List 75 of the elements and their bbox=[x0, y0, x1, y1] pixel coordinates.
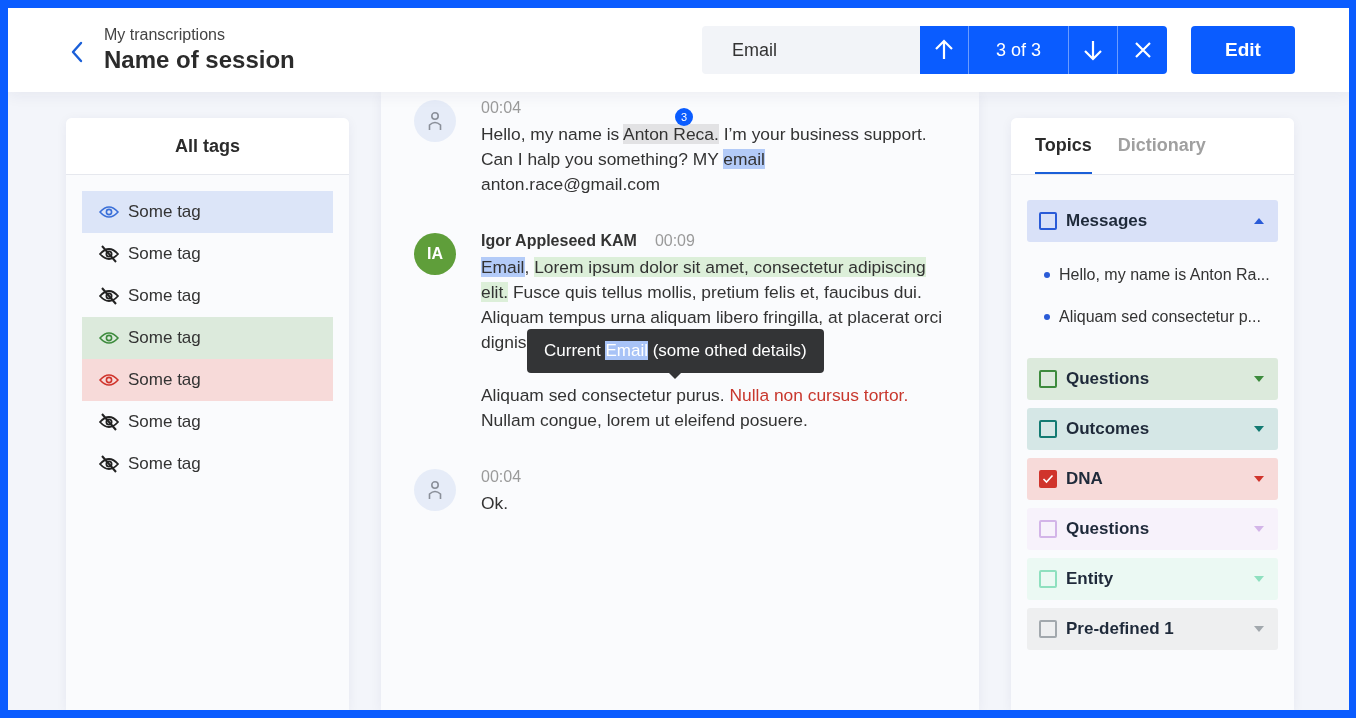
eye-off-icon[interactable] bbox=[99, 455, 119, 473]
checkbox[interactable] bbox=[1039, 370, 1057, 388]
topic-name: Questions bbox=[1066, 369, 1151, 389]
tag-label: Some tag bbox=[128, 328, 201, 348]
bullet-icon bbox=[1044, 314, 1050, 320]
checkbox[interactable] bbox=[1039, 520, 1057, 538]
breadcrumb-link[interactable]: My transcriptions bbox=[104, 26, 295, 44]
topic-header[interactable]: Questions bbox=[1027, 358, 1278, 400]
topic-name: Messages bbox=[1066, 211, 1149, 231]
timestamp: 00:09 bbox=[654, 232, 695, 250]
caret-down-icon[interactable] bbox=[1254, 476, 1264, 482]
tag-label: Some tag bbox=[128, 202, 201, 222]
tag-item[interactable]: Some tag bbox=[82, 191, 333, 233]
bullet-icon bbox=[1044, 272, 1050, 278]
count-badge: 3 bbox=[674, 108, 693, 126]
search-field[interactable]: Email bbox=[702, 26, 920, 74]
topic-header[interactable]: Questions bbox=[1027, 508, 1278, 550]
close-search-button[interactable] bbox=[1118, 26, 1167, 74]
caret-down-icon[interactable] bbox=[1254, 376, 1264, 382]
checkbox[interactable] bbox=[1039, 212, 1057, 230]
person-icon bbox=[428, 480, 442, 500]
back-icon[interactable] bbox=[70, 40, 84, 64]
tooltip-pointer-icon bbox=[669, 373, 682, 379]
message-text: Aliquam sed consectetur purus. Nulla non cursus tortor. Nullam congue, lorem ut eleifend posuere. bbox=[481, 384, 910, 432]
message-text: Ok. bbox=[481, 492, 510, 515]
arrow-up-icon bbox=[934, 39, 954, 61]
checkbox[interactable] bbox=[1039, 420, 1057, 438]
panel-title: All tags bbox=[66, 118, 349, 175]
topic-name: Questions bbox=[1066, 519, 1151, 539]
tag-label: Some tag bbox=[128, 412, 201, 432]
topic-name: Pre-defined 1 bbox=[1066, 619, 1175, 639]
checkbox[interactable] bbox=[1039, 470, 1057, 488]
match-counter: 3 of 3 bbox=[969, 26, 1069, 74]
person-icon bbox=[428, 111, 442, 131]
previous-match-button[interactable] bbox=[920, 26, 969, 74]
tag-label: Some tag bbox=[128, 370, 201, 390]
eye-icon[interactable] bbox=[99, 373, 119, 387]
tag-item[interactable]: Some tag bbox=[82, 401, 333, 443]
eye-off-icon[interactable] bbox=[99, 413, 119, 431]
topic-item[interactable]: Aliquam sed consectetur p... bbox=[1059, 308, 1261, 326]
panel-tab[interactable]: Topics bbox=[1035, 118, 1092, 174]
checkbox[interactable] bbox=[1039, 620, 1057, 638]
eye-off-icon[interactable] bbox=[99, 245, 119, 263]
caret-down-icon[interactable] bbox=[1254, 626, 1264, 632]
edit-button[interactable]: Edit bbox=[1191, 26, 1295, 74]
tag-label: Some tag bbox=[128, 286, 201, 306]
topic-item[interactable]: Hello, my name is Anton Ra... bbox=[1059, 266, 1270, 284]
caret-down-icon[interactable] bbox=[1254, 426, 1264, 432]
close-icon bbox=[1133, 41, 1152, 59]
tag-item[interactable]: Some tag bbox=[82, 233, 333, 275]
caret-up-icon[interactable] bbox=[1254, 218, 1264, 224]
avatar: IA bbox=[414, 233, 456, 275]
topic-header[interactable]: DNA bbox=[1027, 458, 1278, 500]
timestamp: 00:04 bbox=[481, 468, 522, 486]
topic-header[interactable]: Pre-defined 1 bbox=[1027, 608, 1278, 650]
session-title: Name of session bbox=[104, 46, 295, 74]
topic-header[interactable]: Messages bbox=[1027, 200, 1278, 242]
tag-label: Some tag bbox=[128, 454, 201, 474]
topic-name: Outcomes bbox=[1066, 419, 1151, 439]
eye-icon[interactable] bbox=[99, 205, 119, 219]
topic-header[interactable]: Outcomes bbox=[1027, 408, 1278, 450]
tag-label: Some tag bbox=[128, 244, 201, 264]
tag-item[interactable]: Some tag bbox=[82, 275, 333, 317]
eye-off-icon[interactable] bbox=[99, 287, 119, 305]
topic-name: DNA bbox=[1066, 469, 1104, 489]
topic-name: Entity bbox=[1066, 569, 1115, 589]
check-icon bbox=[1042, 474, 1054, 484]
arrow-down-icon bbox=[1083, 39, 1103, 61]
tooltip: Current Email (some othed details) bbox=[527, 329, 824, 373]
tag-item[interactable]: Some tag bbox=[82, 359, 333, 401]
tag-item[interactable]: Some tag bbox=[82, 317, 333, 359]
eye-icon[interactable] bbox=[99, 331, 119, 345]
tag-item[interactable]: Some tag bbox=[82, 443, 333, 485]
next-match-button[interactable] bbox=[1069, 26, 1118, 74]
speaker-name: Igor Appleseed KAM bbox=[481, 232, 637, 250]
